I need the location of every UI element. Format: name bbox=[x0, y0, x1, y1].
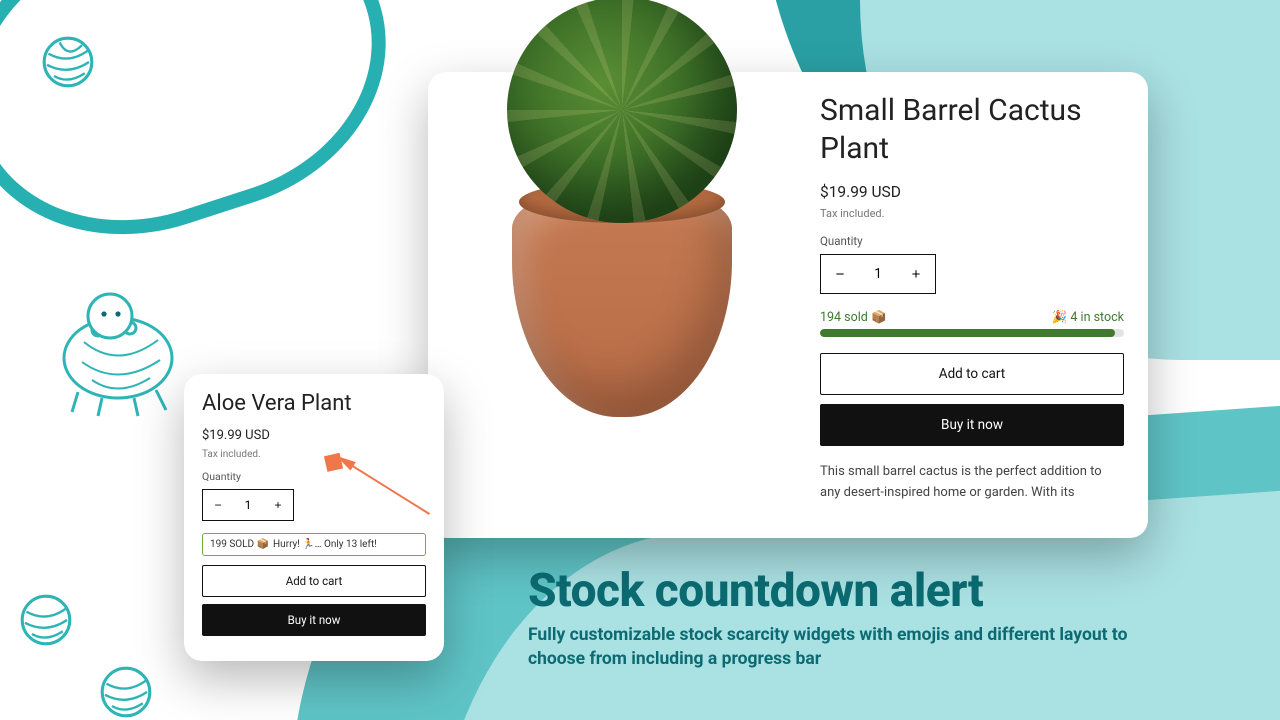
quantity-plus-button[interactable]: + bbox=[897, 255, 935, 293]
quantity-plus-button[interactable]: + bbox=[263, 490, 293, 520]
quantity-minus-button[interactable]: − bbox=[203, 490, 233, 520]
quantity-value: 1 bbox=[859, 255, 897, 293]
stock-progress-bar bbox=[820, 329, 1124, 337]
quantity-stepper: − 1 + bbox=[820, 254, 936, 294]
yarn-icon bbox=[40, 34, 96, 90]
mascot-sheep-icon bbox=[38, 280, 208, 420]
in-stock-count: 🎉 4 in stock bbox=[1052, 310, 1124, 325]
product-price: $19.99 USD bbox=[820, 183, 1124, 201]
quantity-label: Quantity bbox=[820, 234, 1124, 248]
tax-note: Tax included. bbox=[202, 449, 426, 460]
buy-now-button[interactable]: Buy it now bbox=[202, 604, 426, 636]
quantity-minus-button[interactable]: − bbox=[821, 255, 859, 293]
sold-count: 194 sold 📦 bbox=[820, 310, 887, 325]
product-image bbox=[452, 92, 792, 512]
product-details: Small Barrel Cactus Plant $19.99 USD Tax… bbox=[820, 92, 1124, 518]
buy-now-button[interactable]: Buy it now bbox=[820, 404, 1124, 446]
plant-pot bbox=[512, 187, 732, 417]
quantity-label: Quantity bbox=[202, 470, 426, 483]
add-to-cart-button[interactable]: Add to cart bbox=[820, 353, 1124, 395]
headline-block: Stock countdown alert Fully customizable… bbox=[528, 564, 1188, 671]
add-to-cart-button[interactable]: Add to cart bbox=[202, 565, 426, 597]
stock-row: 194 sold 📦 🎉 4 in stock bbox=[820, 310, 1124, 325]
product-title: Aloe Vera Plant bbox=[202, 390, 426, 418]
pill-hurry: Hurry! 🏃… Only 13 left! bbox=[273, 539, 377, 550]
stock-alert-pill: 199 SOLD 📦 Hurry! 🏃… Only 13 left! bbox=[202, 533, 426, 556]
quantity-value: 1 bbox=[233, 490, 263, 520]
stock-progress-fill bbox=[820, 329, 1115, 337]
quantity-stepper: − 1 + bbox=[202, 489, 294, 521]
headline-subtitle: Fully customizable stock scarcity widget… bbox=[528, 624, 1188, 671]
product-description: This small barrel cactus is the perfect … bbox=[820, 461, 1124, 504]
pill-sold: 199 SOLD 📦 bbox=[210, 539, 269, 550]
yarn-icon bbox=[98, 664, 154, 720]
tax-note: Tax included. bbox=[820, 207, 1124, 220]
cactus-icon bbox=[507, 0, 737, 223]
product-title: Small Barrel Cactus Plant bbox=[820, 92, 1124, 167]
product-price: $19.99 USD bbox=[202, 428, 426, 443]
yarn-icon bbox=[18, 592, 74, 648]
product-card-small: Aloe Vera Plant $19.99 USD Tax included.… bbox=[184, 374, 444, 661]
product-card-large: Small Barrel Cactus Plant $19.99 USD Tax… bbox=[428, 72, 1148, 538]
headline-title: Stock countdown alert bbox=[528, 564, 1188, 618]
